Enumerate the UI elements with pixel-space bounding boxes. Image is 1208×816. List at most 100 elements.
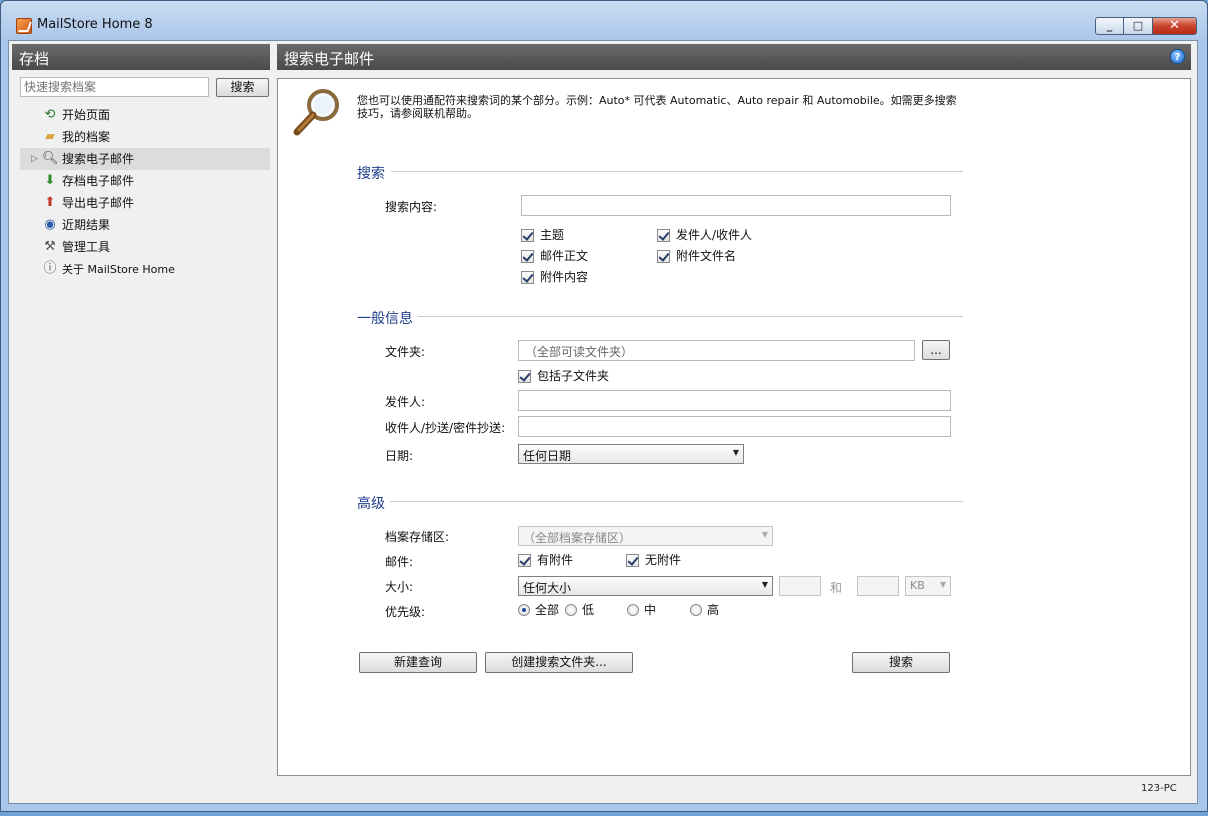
quick-search-input[interactable] (20, 77, 209, 97)
status-computer-name: 123-PC (1141, 783, 1177, 794)
radio-priority-high[interactable]: 高 (690, 603, 719, 619)
nav-item-search-email[interactable]: ▷ 🔍︎ 搜索电子邮件 (20, 148, 270, 170)
help-icon[interactable]: ? (1170, 49, 1185, 64)
to-input[interactable] (518, 416, 951, 437)
store-select-value: （全部档案存储区） (523, 531, 632, 545)
checkbox-label: 无附件 (645, 553, 682, 567)
size-min-input[interactable] (779, 576, 821, 596)
nav-item-admin-tools[interactable]: ⚒ 管理工具 (20, 236, 270, 258)
magnifier-icon: 🔍︎ (42, 151, 59, 166)
info-icon: ⓘ (43, 261, 57, 276)
checkbox-label: 主题 (540, 228, 565, 242)
checkbox-checked-icon (657, 250, 670, 263)
radio-icon (690, 604, 702, 616)
nav-item-label: 近期结果 (62, 218, 111, 232)
section-title-general: 一般信息 (357, 311, 413, 327)
dropdown-arrow-icon: ▼ (732, 448, 739, 457)
magnifier-large-icon (293, 89, 339, 136)
radio-priority-medium[interactable]: 中 (627, 603, 656, 619)
nav-item-export-email[interactable]: ⬆ 导出电子邮件 (20, 192, 270, 214)
checkbox-checked-icon (518, 554, 531, 567)
search-hint-text: 您也可以使用通配符来搜索词的某个部分。示例：Auto* 可代表 Automati… (357, 94, 957, 120)
size-max-input[interactable] (857, 576, 899, 596)
mailstore-app-icon (16, 18, 32, 34)
checkbox-no-attachment[interactable]: 无附件 (626, 553, 681, 569)
and-label: 和 (830, 581, 843, 595)
checkbox-checked-icon (521, 250, 534, 263)
new-query-button[interactable]: 新建查询 (359, 652, 477, 673)
nav-item-my-archive[interactable]: ▰ 我的档案 (20, 126, 270, 148)
checkbox-attachment-content[interactable]: 附件内容 (521, 270, 588, 286)
radio-selected-icon (518, 604, 530, 616)
date-label: 日期: (385, 449, 414, 463)
checkbox-body[interactable]: 邮件正文 (521, 249, 588, 265)
expand-arrow-icon[interactable]: ▷ (31, 148, 38, 170)
archive-pane-header: 存档 (12, 44, 270, 70)
checkbox-attachment-name[interactable]: 附件文件名 (657, 249, 736, 265)
checkbox-label: 发件人/收件人 (676, 228, 753, 242)
search-content-input[interactable] (521, 195, 951, 216)
folder-label: 文件夹: (385, 345, 426, 359)
folder-input[interactable]: （全部可读文件夹） (518, 340, 915, 361)
minimize-icon: _ (1106, 19, 1113, 32)
section-divider (418, 316, 963, 317)
checkbox-label: 邮件正文 (540, 249, 589, 263)
folder-icon: ▰ (45, 129, 55, 144)
quick-search-button[interactable]: 搜索 (216, 78, 269, 97)
nav-item-label: 管理工具 (62, 240, 111, 254)
checkbox-has-attachment[interactable]: 有附件 (518, 553, 573, 569)
radio-priority-low[interactable]: 低 (565, 603, 594, 619)
nav-item-label: 开始页面 (62, 108, 111, 122)
dropdown-arrow-icon: ▼ (761, 580, 768, 589)
checkbox-label: 包括子文件夹 (537, 369, 610, 383)
priority-label: 优先级: (385, 605, 426, 619)
from-input[interactable] (518, 390, 951, 411)
checkbox-label: 附件内容 (540, 270, 589, 284)
maximize-icon: □ (1132, 19, 1144, 32)
radio-icon (627, 604, 639, 616)
nav-item-about[interactable]: ⓘ 关于 MailStore Home (20, 258, 270, 280)
checkbox-label: 有附件 (537, 553, 574, 567)
nav-item-archive-email[interactable]: ⬇ 存档电子邮件 (20, 170, 270, 192)
store-select[interactable]: （全部档案存储区） ▼ (518, 526, 773, 546)
nav-item-label: 关于 MailStore Home (62, 263, 175, 276)
recent-results-icon: ◉ (44, 217, 56, 232)
section-title-advanced: 高级 (357, 496, 385, 512)
size-unit-select[interactable]: KB ▼ (905, 576, 951, 596)
size-label: 大小: (385, 580, 414, 594)
create-search-folder-button[interactable]: 创建搜索文件夹... (485, 652, 633, 673)
admin-tools-icon: ⚒ (44, 239, 56, 254)
size-select-value: 任何大小 (523, 581, 572, 595)
nav-item-label: 存档电子邮件 (62, 174, 135, 188)
checkbox-checked-icon (518, 370, 531, 383)
window-controls: _ □ ✕ (1095, 17, 1197, 35)
from-label: 发件人: (385, 395, 426, 409)
checkbox-subject[interactable]: 主题 (521, 228, 564, 244)
radio-label: 高 (707, 603, 720, 617)
export-email-icon: ⬆ (44, 195, 56, 210)
checkbox-from-to[interactable]: 发件人/收件人 (657, 228, 752, 244)
size-unit-value: KB (910, 579, 925, 592)
mail-label: 邮件: (385, 555, 414, 569)
minimize-button[interactable]: _ (1095, 17, 1124, 35)
radio-label: 全部 (535, 603, 560, 617)
search-button[interactable]: 搜索 (852, 652, 950, 673)
archive-email-icon: ⬇ (44, 173, 56, 188)
search-pane-header: 搜索电子邮件 (277, 44, 1191, 70)
checkbox-label: 附件文件名 (676, 249, 737, 263)
checkbox-include-subfolders[interactable]: 包括子文件夹 (518, 369, 609, 385)
title-bar[interactable]: MailStore Home 8 _ □ ✕ (1, 1, 1207, 41)
date-select-value: 任何日期 (523, 449, 572, 463)
close-button[interactable]: ✕ (1153, 17, 1197, 35)
browse-folder-button[interactable]: ... (922, 340, 950, 360)
size-select[interactable]: 任何大小 ▼ (518, 576, 773, 596)
date-select[interactable]: 任何日期 ▼ (518, 444, 744, 464)
radio-priority-all[interactable]: 全部 (518, 603, 559, 619)
section-divider (390, 501, 963, 502)
maximize-button[interactable]: □ (1124, 17, 1153, 35)
checkbox-checked-icon (521, 271, 534, 284)
radio-label: 低 (582, 603, 595, 617)
nav-item-start-page[interactable]: ⟲ 开始页面 (20, 104, 270, 126)
dropdown-arrow-icon: ▼ (939, 580, 946, 589)
nav-item-recent-results[interactable]: ◉ 近期结果 (20, 214, 270, 236)
